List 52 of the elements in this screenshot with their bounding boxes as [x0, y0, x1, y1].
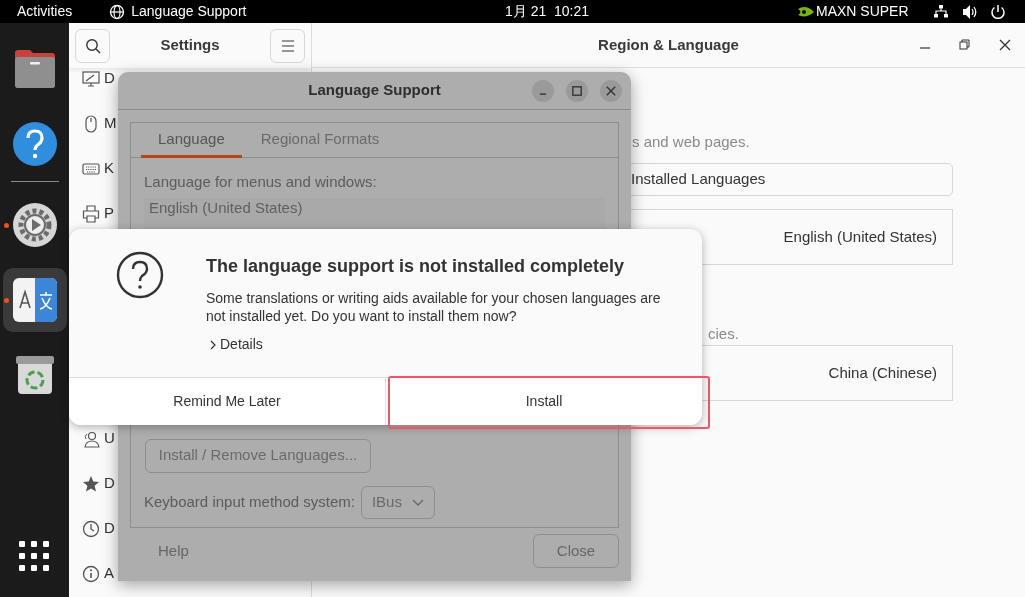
list-label: Language for menus and windows:	[144, 172, 378, 192]
sidebar-item[interactable]: U	[104, 427, 115, 450]
sidebar-item[interactable]: D	[104, 67, 115, 90]
minimize-button[interactable]	[532, 79, 554, 102]
sidebar-item[interactable]: A	[104, 562, 114, 585]
clock[interactable]: 1月 21 10:21	[505, 1, 590, 22]
activities-button[interactable]: Activities	[17, 1, 73, 22]
star-icon	[82, 474, 100, 493]
printer-icon	[82, 204, 100, 223]
sidebar-item[interactable]: D	[104, 517, 115, 540]
dialog-title: Language Support	[308, 80, 441, 101]
sidebar-title: Settings	[160, 35, 220, 56]
alert-message: Some translations or writing aids available for your chosen languages are not installed yet. Do you want to install them now?	[206, 289, 662, 325]
sidebar-item[interactable]: K	[104, 157, 114, 180]
network-icon[interactable]	[933, 4, 949, 19]
app-grid-icon[interactable]	[19, 541, 49, 571]
sidebar-item[interactable]: D	[104, 472, 115, 495]
folder-icon[interactable]	[12, 47, 57, 91]
chevron-down-icon	[411, 498, 424, 506]
info-icon	[82, 564, 100, 583]
power-icon[interactable]	[990, 3, 1006, 20]
display-icon	[82, 69, 100, 88]
eye-logo-icon[interactable]	[797, 4, 815, 19]
restore-icon[interactable]	[959, 39, 971, 51]
close-icon[interactable]	[999, 39, 1011, 51]
help-icon[interactable]	[12, 122, 57, 166]
close-button[interactable]	[600, 79, 622, 102]
question-icon	[116, 251, 164, 299]
power-mode-label[interactable]: MAXN SUPER	[816, 1, 909, 22]
app-menu-title[interactable]: Language Support	[131, 1, 247, 22]
search-icon	[84, 37, 101, 54]
menu-icon	[280, 38, 295, 53]
input-method-label: Keyboard input method system:	[144, 491, 355, 512]
description-text: cies.	[707, 324, 740, 343]
maximize-button[interactable]	[566, 79, 588, 102]
sidebar-item[interactable]: M	[104, 112, 117, 135]
globe-icon[interactable]	[109, 3, 126, 20]
search-button[interactable]	[75, 28, 110, 63]
formats-value: China (Chinese)	[828, 362, 937, 383]
volume-icon[interactable]	[962, 3, 978, 20]
clock-icon	[82, 519, 100, 538]
dialog-button[interactable]: Remind Me Later	[69, 378, 386, 425]
sidebar-item[interactable]: P	[104, 202, 114, 225]
language-value: English (United States)	[783, 226, 937, 247]
description-text: s and web pages.	[631, 132, 751, 151]
chevron-right-icon	[210, 339, 216, 350]
language-icon[interactable]	[12, 278, 57, 322]
gear-icon[interactable]	[12, 203, 57, 247]
menu-button[interactable]	[270, 28, 305, 63]
mouse-icon	[82, 114, 100, 133]
panel-title: Region & Language	[598, 34, 739, 55]
users-icon	[82, 429, 100, 448]
